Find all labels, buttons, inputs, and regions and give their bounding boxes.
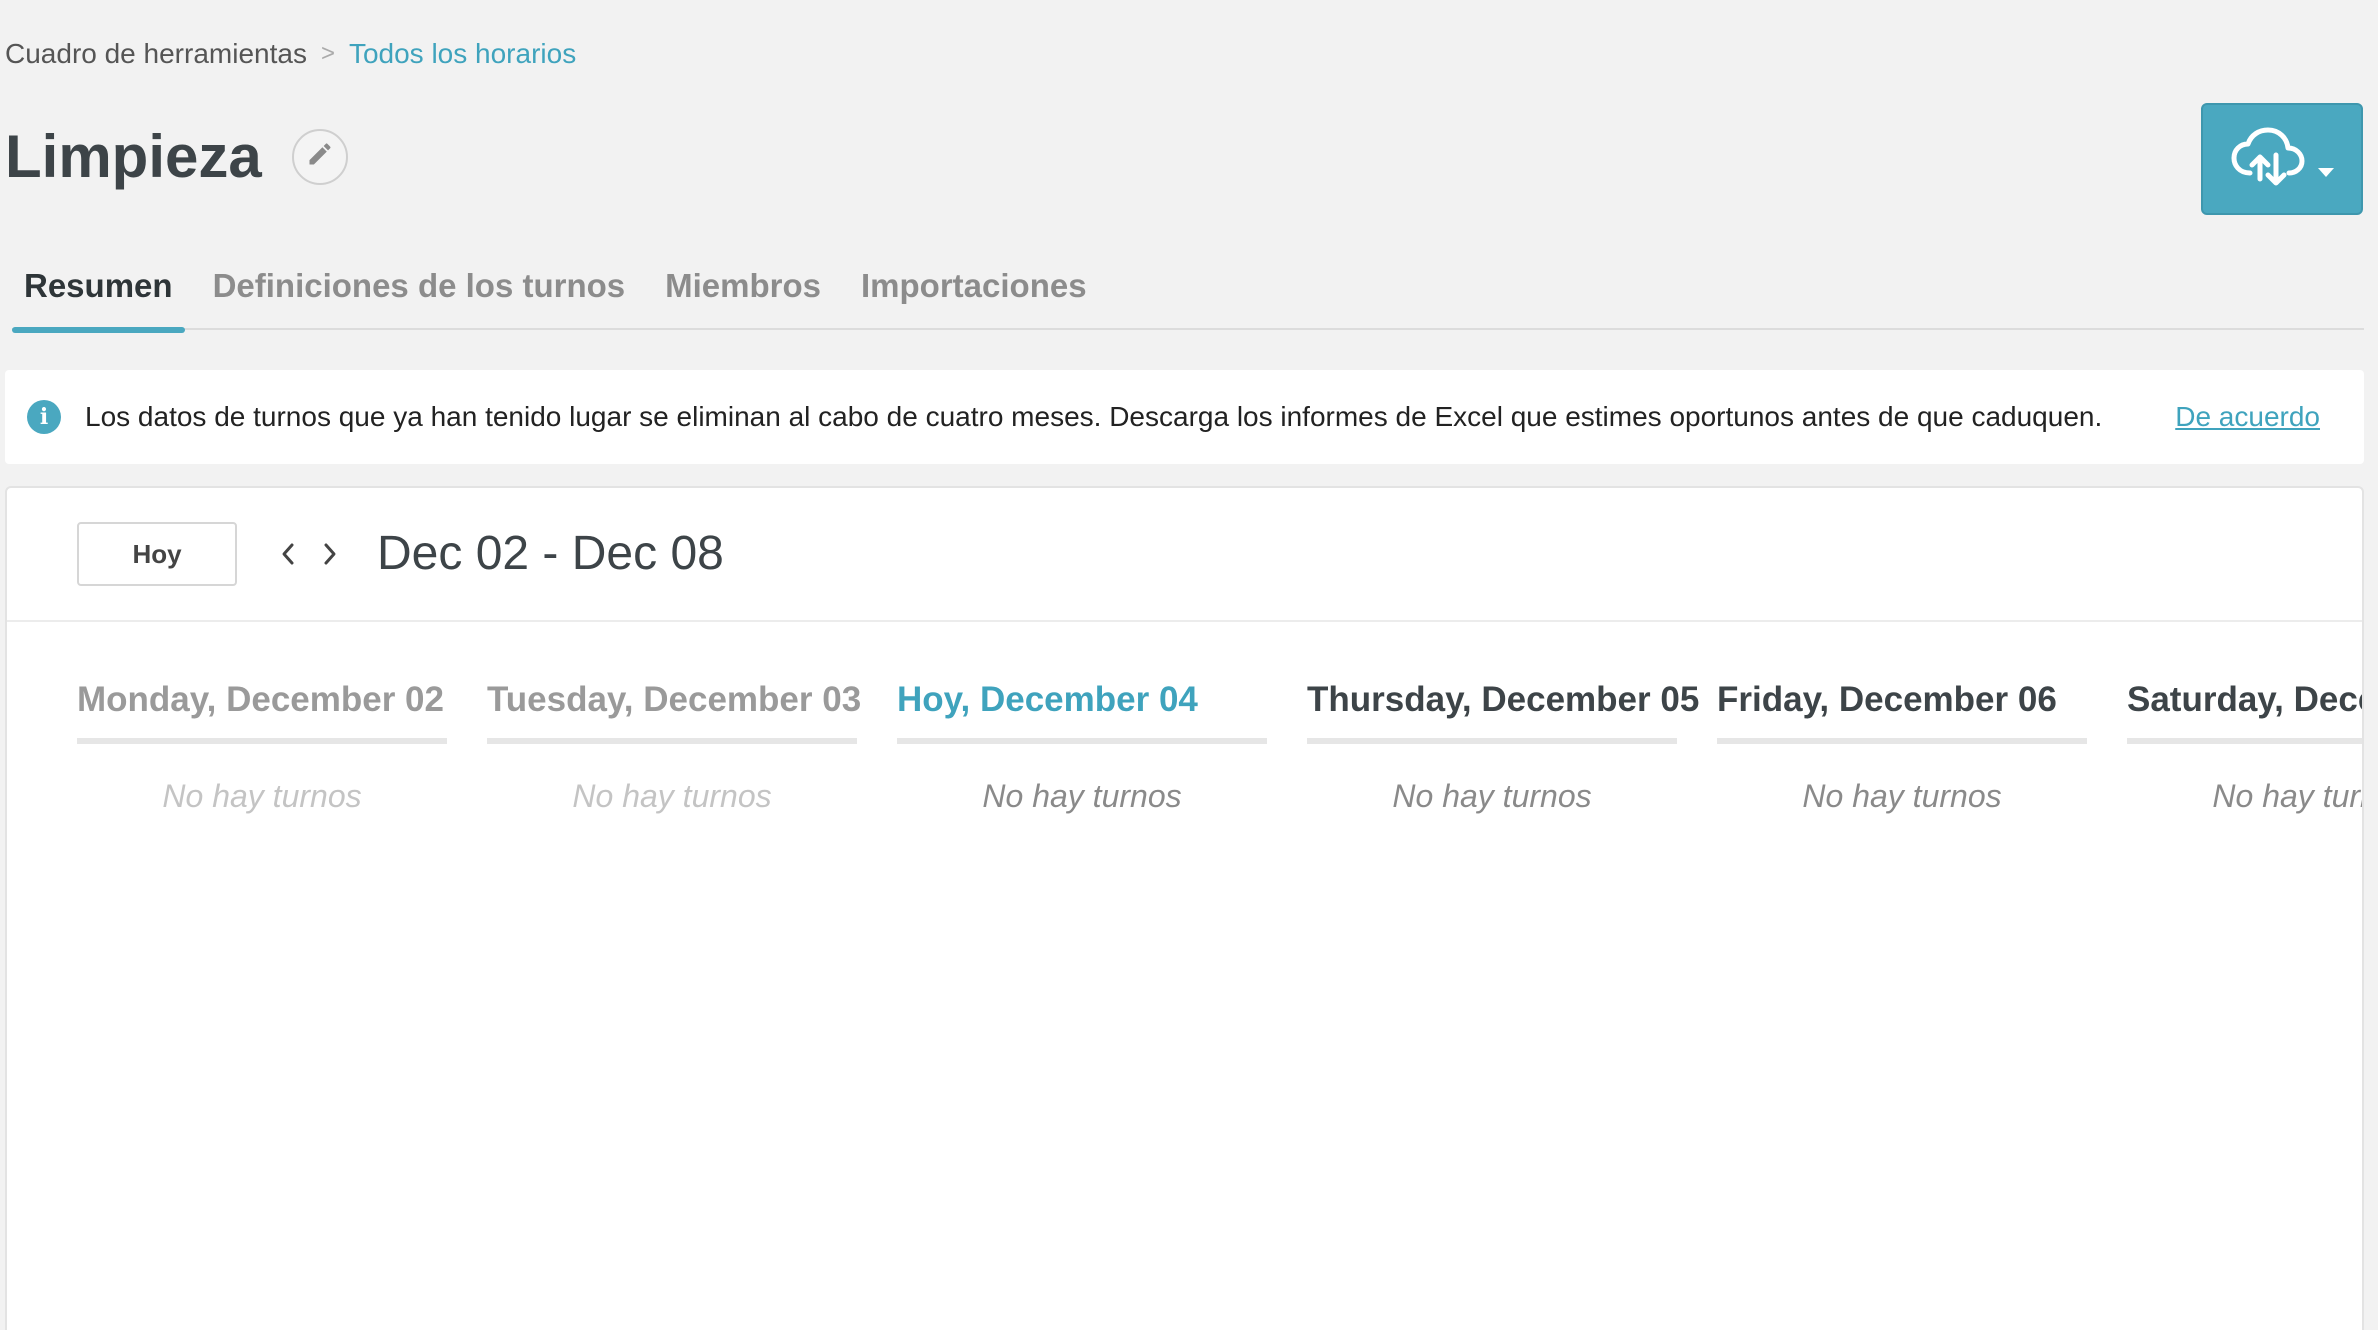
info-banner-text: Los datos de turnos que ya han tenido lu… (85, 401, 2103, 432)
info-icon: i (27, 400, 61, 434)
day-column: Friday, December 06 No hay turnos (1717, 672, 2087, 815)
tab-definiciones-turnos[interactable]: Definiciones de los turnos (201, 260, 638, 330)
day-column-today: Hoy, December 04 No hay turnos (897, 672, 1267, 815)
edit-title-button[interactable] (291, 128, 348, 185)
calendar-panel: Hoy Dec 02 - Dec 08 Monday, December 02 … (5, 486, 2364, 1330)
tab-miembros[interactable]: Miembros (653, 260, 833, 330)
calendar-toolbar: Hoy Dec 02 - Dec 08 (7, 488, 2362, 622)
day-column: Saturday, December 07 No hay turnos (2127, 672, 2362, 815)
tab-importaciones[interactable]: Importaciones (849, 260, 1099, 330)
no-shifts-text: No hay turnos (1802, 778, 2002, 814)
breadcrumb-separator: > (320, 40, 335, 67)
day-column: Monday, December 02 No hay turnos (77, 672, 447, 815)
info-banner: i Los datos de turnos que ya han tenido … (5, 370, 2364, 464)
pencil-icon (306, 140, 334, 173)
breadcrumb: Cuadro de herramientas > Todos los horar… (5, 38, 576, 70)
day-column: Tuesday, December 03 No hay turnos (487, 672, 861, 815)
tab-resumen[interactable]: Resumen (12, 260, 185, 333)
week-days: Monday, December 02 No hay turnos Tuesda… (7, 622, 2362, 1322)
today-button[interactable]: Hoy (77, 522, 237, 586)
cloud-download-icon (2230, 125, 2306, 194)
no-shifts-text: No hay turnos (162, 778, 362, 814)
day-header: Tuesday, December 03 (487, 672, 861, 744)
breadcrumb-current[interactable]: Todos los horarios (349, 38, 576, 70)
no-shifts-text: No hay turnos (1392, 778, 1592, 814)
schedule-page: Cuadro de herramientas > Todos los horar… (0, 0, 2378, 1330)
week-range-label: Dec 02 - Dec 08 (377, 527, 724, 580)
previous-week-button[interactable] (273, 536, 303, 572)
caret-down-icon (2318, 167, 2334, 177)
no-shifts-text: No hay turnos (982, 778, 1182, 814)
no-shifts-text: No hay turnos (2212, 778, 2362, 814)
day-column: Thursday, December 05 No hay turnos (1307, 672, 1699, 815)
tab-bar: Resumen Definiciones de los turnos Miemb… (12, 260, 2364, 333)
next-week-button[interactable] (315, 536, 345, 572)
title-row: Limpieza (5, 122, 348, 191)
dismiss-banner-link[interactable]: De acuerdo (2175, 401, 2320, 433)
breadcrumb-root[interactable]: Cuadro de herramientas (5, 38, 307, 70)
export-dropdown-button[interactable] (2201, 103, 2363, 215)
chevron-left-icon (282, 543, 294, 565)
chevron-right-icon (324, 543, 336, 565)
page-title: Limpieza (5, 123, 262, 190)
day-header: Monday, December 02 (77, 672, 447, 744)
day-header: Thursday, December 05 (1307, 672, 1699, 744)
day-header: Friday, December 06 (1717, 672, 2087, 744)
day-header: Saturday, December 07 (2127, 672, 2362, 744)
no-shifts-text: No hay turnos (572, 778, 772, 814)
day-header: Hoy, December 04 (897, 672, 1267, 744)
